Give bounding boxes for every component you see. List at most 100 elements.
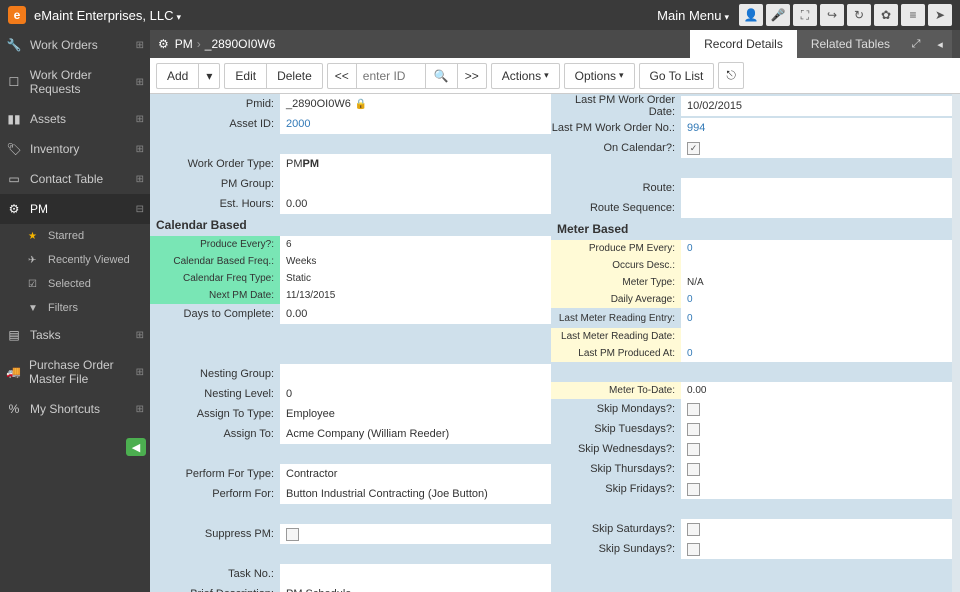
options-button[interactable]: Options▾	[564, 63, 635, 89]
lbl-on-calendar: On Calendar?:	[551, 142, 681, 154]
expand-icon[interactable]: ⊞	[136, 77, 144, 88]
next-button[interactable]: >>	[457, 63, 487, 89]
record-toolbar: Add ▾ Edit Delete << 🔍 >> Actions▾ Optio…	[150, 58, 960, 94]
lbl-route: Route:	[551, 182, 681, 194]
lbl-last-pm-produced: Last PM Produced At:	[551, 348, 681, 359]
sub-recently-viewed[interactable]: ✈Recently Viewed	[0, 248, 150, 272]
val-days-complete: 0.00	[280, 304, 551, 324]
lbl-perform-for-type: Perform For Type:	[150, 468, 280, 480]
expand-icon[interactable]: ⊞	[136, 40, 144, 51]
lbl-esthours: Est. Hours:	[150, 198, 280, 210]
expand-icon[interactable]: ⊞	[136, 174, 144, 185]
tab-expand[interactable]: ⤢	[904, 30, 928, 58]
sub-starred[interactable]: ★Starred	[0, 224, 150, 248]
lbl-produce-pm-every: Produce PM Every:	[551, 243, 681, 254]
send-icon[interactable]: ➤	[928, 4, 952, 26]
plane-icon: ✈	[28, 255, 42, 266]
prev-button[interactable]: <<	[327, 63, 357, 89]
nav-assets[interactable]: ▮▮Assets⊞	[0, 104, 150, 134]
chk-on-calendar[interactable]	[687, 142, 700, 155]
hdr-calendar-based: Calendar Based	[150, 214, 551, 236]
mic-icon[interactable]: 🎤	[766, 4, 790, 26]
chk-skip-tue[interactable]	[687, 423, 700, 436]
nav-wo-requests[interactable]: ☐Work Order Requests⊞	[0, 60, 150, 104]
lbl-cal-freq-type: Calendar Freq Type:	[150, 273, 280, 284]
add-button[interactable]: Add	[156, 63, 199, 89]
app-logo[interactable]: e	[8, 6, 26, 24]
chk-skip-sat[interactable]	[687, 523, 700, 536]
expand-icon[interactable]: ⊞	[136, 367, 144, 378]
expand-icon[interactable]: ⊞	[136, 404, 144, 415]
val-wotype: PM PM	[280, 154, 551, 174]
nav-inventory[interactable]: 🏷Inventory⊞	[0, 134, 150, 164]
val-cal-freq-type: Static	[280, 270, 551, 287]
chk-suppress-pm[interactable]	[286, 528, 299, 541]
nav-po-master[interactable]: 🚚Purchase Order Master File⊞	[0, 350, 150, 394]
chk-skip-wed[interactable]	[687, 443, 700, 456]
link-icon: %	[6, 402, 22, 416]
sub-selected[interactable]: ☑Selected	[0, 272, 150, 296]
val-produce-pm-every: 0	[681, 240, 952, 257]
lbl-pmid: Pmid:	[150, 98, 280, 110]
org-name[interactable]: eMaint Enterprises, LLC▾	[34, 8, 181, 23]
val-last-wo-date: 10/02/2015	[681, 96, 952, 116]
actions-button[interactable]: Actions▾	[491, 63, 560, 89]
nav-pm[interactable]: ⚙PM⊟	[0, 194, 150, 224]
tab-record-details[interactable]: Record Details	[690, 30, 797, 58]
edit-button[interactable]: Edit	[224, 63, 267, 89]
lbl-last-wo-date: Last PM Work Order Date:	[551, 94, 681, 118]
sub-filters[interactable]: ▼Filters	[0, 296, 150, 320]
val-route	[681, 178, 952, 198]
expand-icon[interactable]: ⊞	[136, 144, 144, 155]
check-icon: ☑	[28, 279, 42, 290]
id-input[interactable]	[356, 63, 426, 89]
lbl-suppress-pm: Suppress PM:	[150, 528, 280, 540]
refresh-icon[interactable]: ↻	[847, 4, 871, 26]
val-last-wo-no[interactable]: 994	[681, 118, 952, 138]
nav-tasks[interactable]: ▤Tasks⊞	[0, 320, 150, 350]
lbl-meter-to-date: Meter To-Date:	[551, 385, 681, 396]
sidebar-collapse[interactable]: ◀	[126, 438, 146, 456]
lbl-assign-to: Assign To:	[150, 428, 280, 440]
lbl-skip-mon: Skip Mondays?:	[551, 403, 681, 415]
expand-icon[interactable]: ⊞	[136, 114, 144, 125]
nav-shortcuts[interactable]: %My Shortcuts⊞	[0, 394, 150, 424]
chk-skip-thu[interactable]	[687, 463, 700, 476]
val-brief-desc: PM Schedule	[280, 584, 551, 592]
lbl-skip-fri: Skip Fridays?:	[551, 483, 681, 495]
lbl-produce-every: Produce Every?:	[150, 239, 280, 250]
delete-button[interactable]: Delete	[266, 63, 323, 89]
lbl-next-pm-date: Next PM Date:	[150, 290, 280, 301]
gotolist-button[interactable]: Go To List	[639, 63, 715, 89]
val-skip-mon	[681, 399, 952, 419]
lbl-last-meter-date: Last Meter Reading Date:	[551, 331, 681, 342]
search-button[interactable]: 🔍	[425, 63, 458, 89]
main-menu[interactable]: Main Menu▾	[657, 8, 729, 23]
collapse-icon[interactable]: ⊟	[136, 204, 144, 215]
list-icon[interactable]: ≡	[901, 4, 925, 26]
lbl-task-no: Task No.:	[150, 568, 280, 580]
chk-skip-fri[interactable]	[687, 483, 700, 496]
scrollbar[interactable]	[952, 94, 960, 592]
expand-icon[interactable]: ⊞	[136, 330, 144, 341]
tab-related-tables[interactable]: Related Tables	[797, 30, 904, 58]
sidebar: 🔧Work Orders⊞ ☐Work Order Requests⊞ ▮▮As…	[0, 30, 150, 592]
chk-skip-sun[interactable]	[687, 543, 700, 556]
nav-contact-table[interactable]: ▭Contact Table⊞	[0, 164, 150, 194]
gear-icon[interactable]: ⚙	[158, 37, 169, 51]
expand-icon[interactable]: ⛶	[793, 4, 817, 26]
chk-skip-mon[interactable]	[687, 403, 700, 416]
lbl-pmgroup: PM Group:	[150, 178, 280, 190]
user-icon[interactable]: 👤	[739, 4, 763, 26]
lbl-assign-to-type: Assign To Type:	[150, 408, 280, 420]
logout-icon[interactable]: ↪	[820, 4, 844, 26]
settings-icon[interactable]: ✿	[874, 4, 898, 26]
val-assign-to: Acme Company (William Reeder)	[280, 424, 551, 444]
val-assetid[interactable]: 2000	[280, 114, 551, 134]
val-last-meter-entry: 0	[681, 308, 952, 328]
nav-work-orders[interactable]: 🔧Work Orders⊞	[0, 30, 150, 60]
bc-pm[interactable]: PM	[175, 37, 193, 51]
add-dropdown[interactable]: ▾	[198, 63, 220, 89]
external-button[interactable]: ⎋	[718, 62, 744, 89]
tab-chevron[interactable]: ◂	[928, 30, 952, 58]
